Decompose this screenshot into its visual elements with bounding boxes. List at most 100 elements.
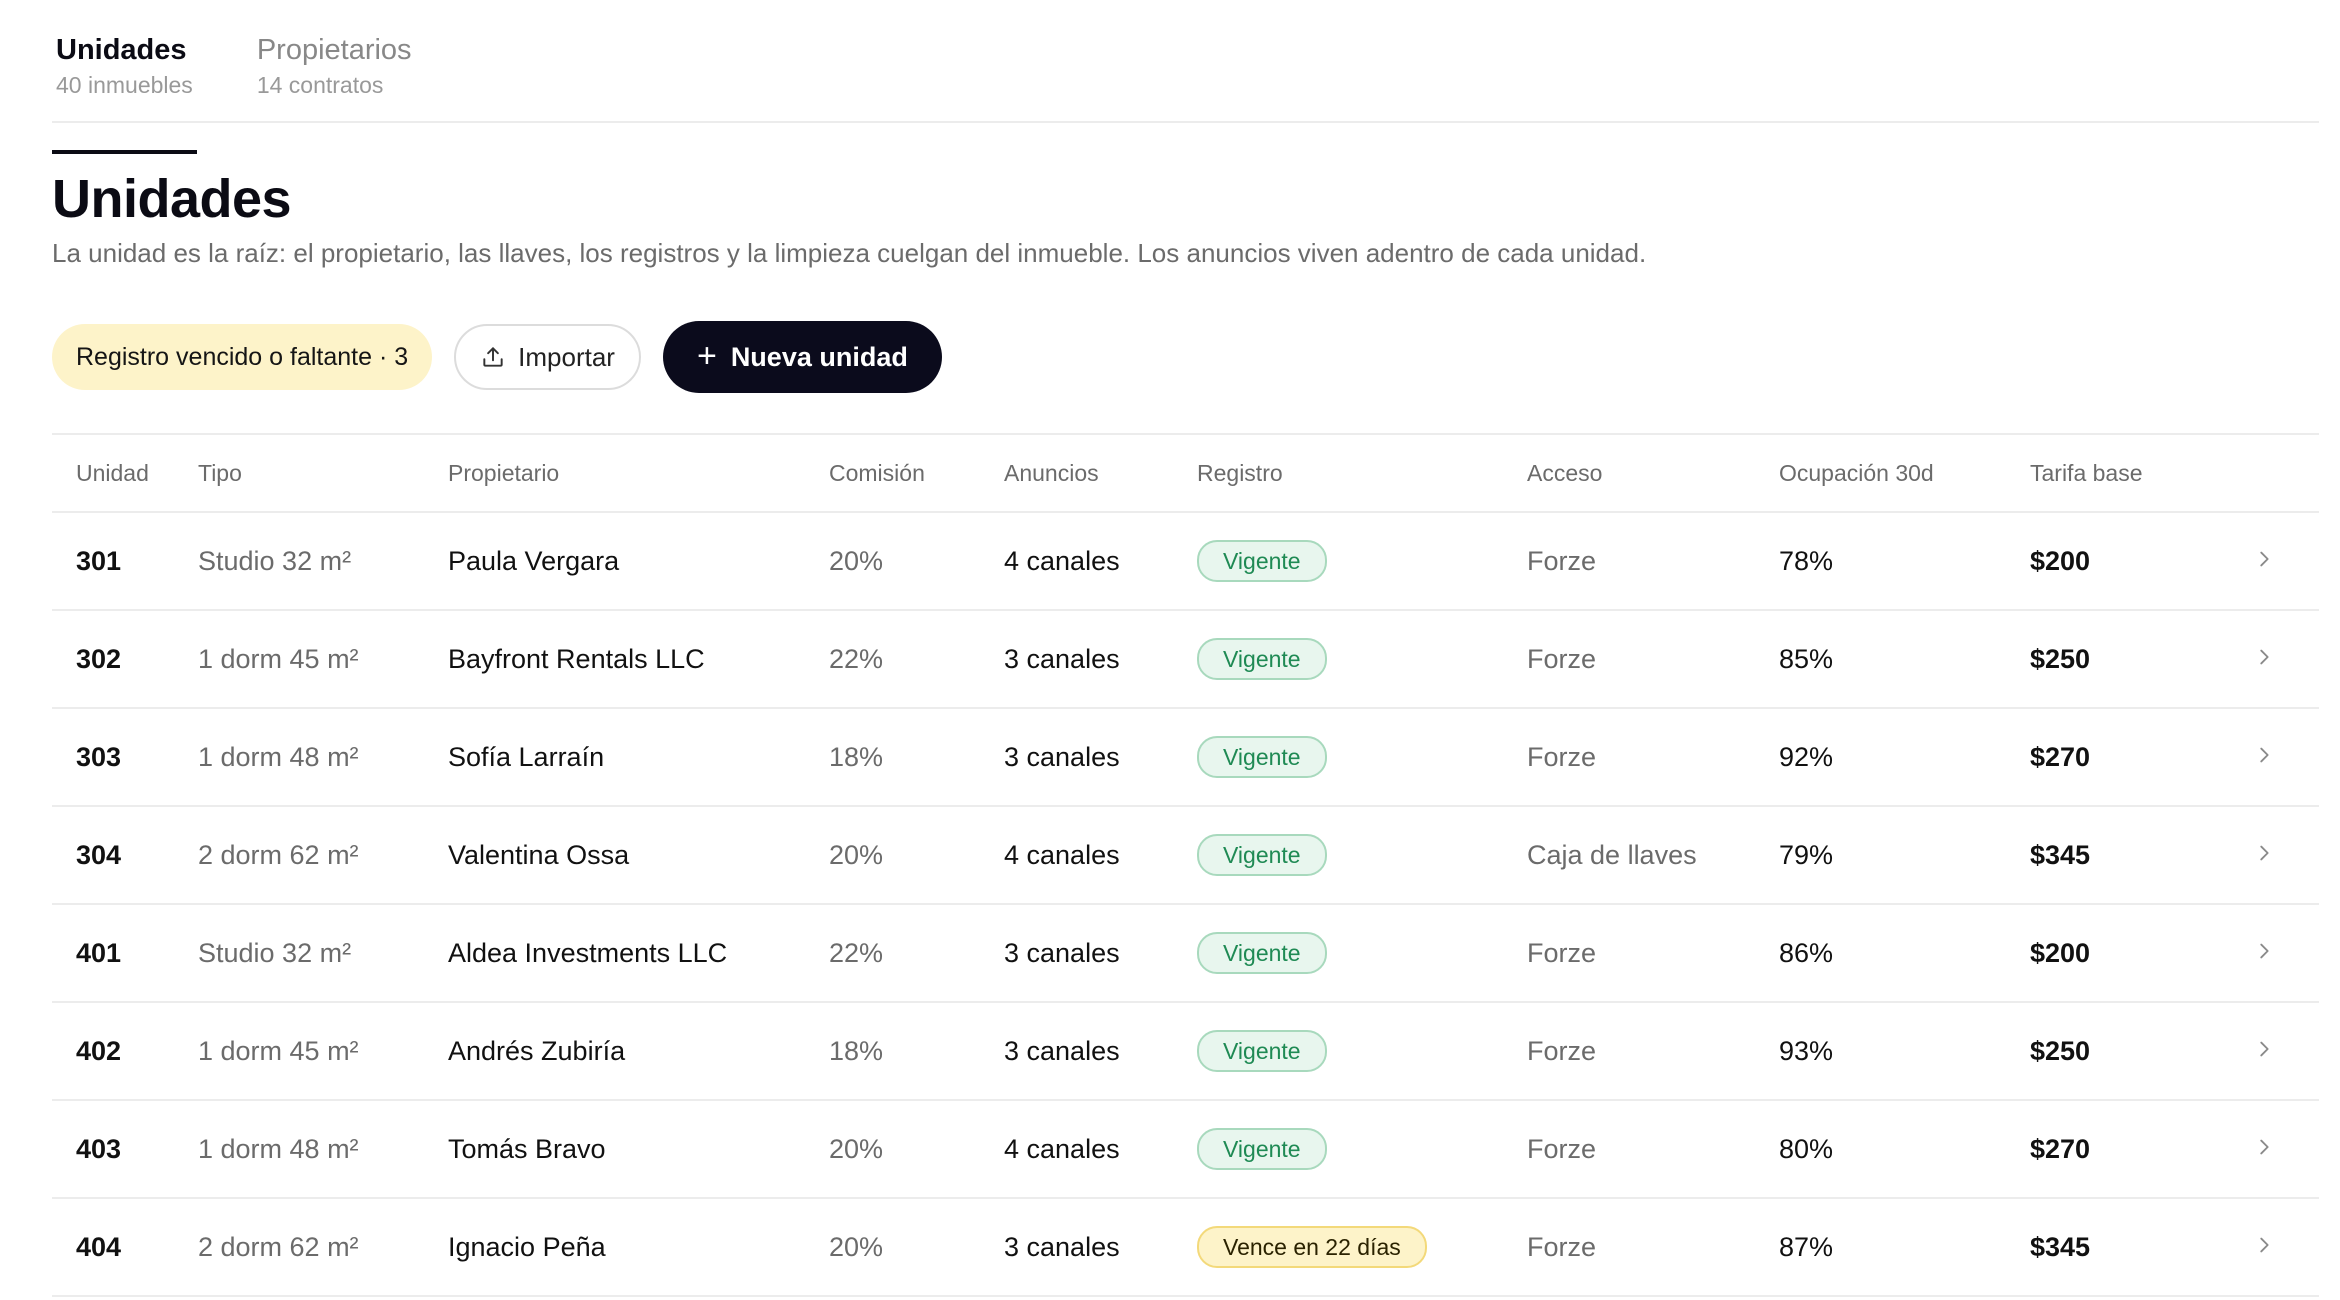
chevron-right-icon[interactable] [2253, 842, 2275, 864]
chevron-right-icon[interactable] [2253, 1038, 2275, 1060]
import-button[interactable]: Importar [454, 324, 641, 390]
status-badge: Vigente [1197, 1128, 1327, 1170]
unit-number: 401 [76, 937, 122, 968]
plus-icon: + [696, 336, 717, 375]
occupancy: 78% [1779, 545, 1834, 576]
commission: 22% [829, 937, 884, 968]
base-rate: $200 [2030, 545, 2091, 576]
owner-name: Ignacio Peña [448, 1231, 606, 1262]
registro-cell: Vigente [1197, 540, 1527, 582]
tab-propietarios[interactable]: Propietarios 14 contratos [253, 32, 416, 121]
column-header-comision[interactable]: Comisión [829, 460, 1004, 487]
column-header-registro[interactable]: Registro [1197, 460, 1527, 487]
occupancy: 92% [1779, 741, 1834, 772]
column-header-tarifa[interactable]: Tarifa base [2030, 460, 2230, 487]
listings-count: 3 canales [1004, 741, 1120, 772]
occupancy: 85% [1779, 643, 1834, 674]
row-open-cell [2230, 1134, 2319, 1165]
access-method: Forze [1527, 545, 1597, 576]
import-button-label: Importar [518, 341, 615, 372]
occupancy: 86% [1779, 937, 1834, 968]
tab-bar: Unidades 40 inmuebles Propietarios 14 co… [52, 0, 2319, 154]
listings-count: 3 canales [1004, 937, 1120, 968]
column-header-acceso[interactable]: Acceso [1527, 460, 1779, 487]
commission: 20% [829, 545, 884, 576]
new-unit-button-label: Nueva unidad [730, 341, 908, 372]
unit-number: 403 [76, 1133, 122, 1164]
owner-name: Paula Vergara [448, 545, 620, 576]
table-row[interactable]: 402 1 dorm 45 m² Andrés Zubiría 18% 3 ca… [52, 1003, 2319, 1101]
base-rate: $200 [2030, 937, 2091, 968]
access-method: Caja de llaves [1527, 839, 1697, 870]
table-row[interactable]: 404 2 dorm 62 m² Ignacio Peña 20% 3 cana… [52, 1199, 2319, 1297]
base-rate: $270 [2030, 1133, 2091, 1164]
unit-number: 304 [76, 839, 122, 870]
base-rate: $250 [2030, 1035, 2091, 1066]
owner-name: Tomás Bravo [448, 1133, 606, 1164]
toolbar: Registro vencido o faltante · 3 Importar… [52, 321, 2319, 393]
upload-icon [483, 347, 503, 367]
base-rate: $345 [2030, 1231, 2091, 1262]
unit-number: 301 [76, 545, 122, 576]
unit-number: 302 [76, 643, 122, 674]
unit-number: 404 [76, 1231, 122, 1262]
occupancy: 79% [1779, 839, 1834, 870]
row-open-cell [2230, 1036, 2319, 1067]
commission: 18% [829, 741, 884, 772]
units-table: Unidad Tipo Propietario Comisión Anuncio… [52, 433, 2319, 1297]
registro-cell: Vigente [1197, 1128, 1527, 1170]
chevron-right-icon[interactable] [2253, 548, 2275, 570]
unit-type: 2 dorm 62 m² [198, 1231, 359, 1262]
occupancy: 93% [1779, 1035, 1834, 1066]
column-header-propietario[interactable]: Propietario [448, 460, 829, 487]
registro-cell: Vigente [1197, 1030, 1527, 1072]
unit-type: Studio 32 m² [198, 937, 352, 968]
registro-filter-chip[interactable]: Registro vencido o faltante · 3 [52, 324, 433, 390]
access-method: Forze [1527, 741, 1597, 772]
unit-number: 303 [76, 741, 122, 772]
status-badge: Vence en 22 días [1197, 1226, 1427, 1268]
access-method: Forze [1527, 1035, 1597, 1066]
column-header-anuncios[interactable]: Anuncios [1004, 460, 1197, 487]
base-rate: $250 [2030, 643, 2091, 674]
chevron-right-icon[interactable] [2253, 1234, 2275, 1256]
listings-count: 3 canales [1004, 643, 1120, 674]
column-header-tipo[interactable]: Tipo [198, 460, 448, 487]
column-header-ocupacion[interactable]: Ocupación 30d [1779, 460, 2030, 487]
table-row[interactable]: 401 Studio 32 m² Aldea Investments LLC 2… [52, 905, 2319, 1003]
chevron-right-icon[interactable] [2253, 646, 2275, 668]
listings-count: 4 canales [1004, 839, 1120, 870]
registro-cell: Vigente [1197, 834, 1527, 876]
commission: 20% [829, 1133, 884, 1164]
listings-count: 4 canales [1004, 1133, 1120, 1164]
registro-cell: Vence en 22 días [1197, 1226, 1527, 1268]
page-title: Unidades [52, 169, 292, 229]
chevron-right-icon[interactable] [2253, 744, 2275, 766]
page: Unidades 40 inmuebles Propietarios 14 co… [0, 0, 2340, 1300]
table-row[interactable]: 403 1 dorm 48 m² Tomás Bravo 20% 4 canal… [52, 1101, 2319, 1199]
table-header: Unidad Tipo Propietario Comisión Anuncio… [52, 435, 2319, 513]
status-badge: Vigente [1197, 834, 1327, 876]
chevron-right-icon[interactable] [2253, 1136, 2275, 1158]
unit-number: 402 [76, 1035, 122, 1066]
unit-type: 1 dorm 48 m² [198, 741, 359, 772]
new-unit-button[interactable]: + Nueva unidad [662, 321, 942, 393]
chevron-right-icon[interactable] [2253, 940, 2275, 962]
column-header-unidad[interactable]: Unidad [52, 460, 198, 487]
tab-label: Unidades [56, 34, 187, 66]
base-rate: $345 [2030, 839, 2091, 870]
table-row[interactable]: 304 2 dorm 62 m² Valentina Ossa 20% 4 ca… [52, 807, 2319, 905]
table-row[interactable]: 303 1 dorm 48 m² Sofía Larraín 18% 3 can… [52, 709, 2319, 807]
row-open-cell [2230, 644, 2319, 675]
table-row[interactable]: 302 1 dorm 45 m² Bayfront Rentals LLC 22… [52, 611, 2319, 709]
status-badge: Vigente [1197, 638, 1327, 680]
registro-cell: Vigente [1197, 638, 1527, 680]
status-badge: Vigente [1197, 1030, 1327, 1072]
base-rate: $270 [2030, 741, 2091, 772]
unit-type: 1 dorm 48 m² [198, 1133, 359, 1164]
table-row[interactable]: 301 Studio 32 m² Paula Vergara 20% 4 can… [52, 513, 2319, 611]
tab-unidades[interactable]: Unidades 40 inmuebles [52, 32, 197, 154]
commission: 20% [829, 1231, 884, 1262]
status-badge: Vigente [1197, 932, 1327, 974]
unit-type: 2 dorm 62 m² [198, 839, 359, 870]
